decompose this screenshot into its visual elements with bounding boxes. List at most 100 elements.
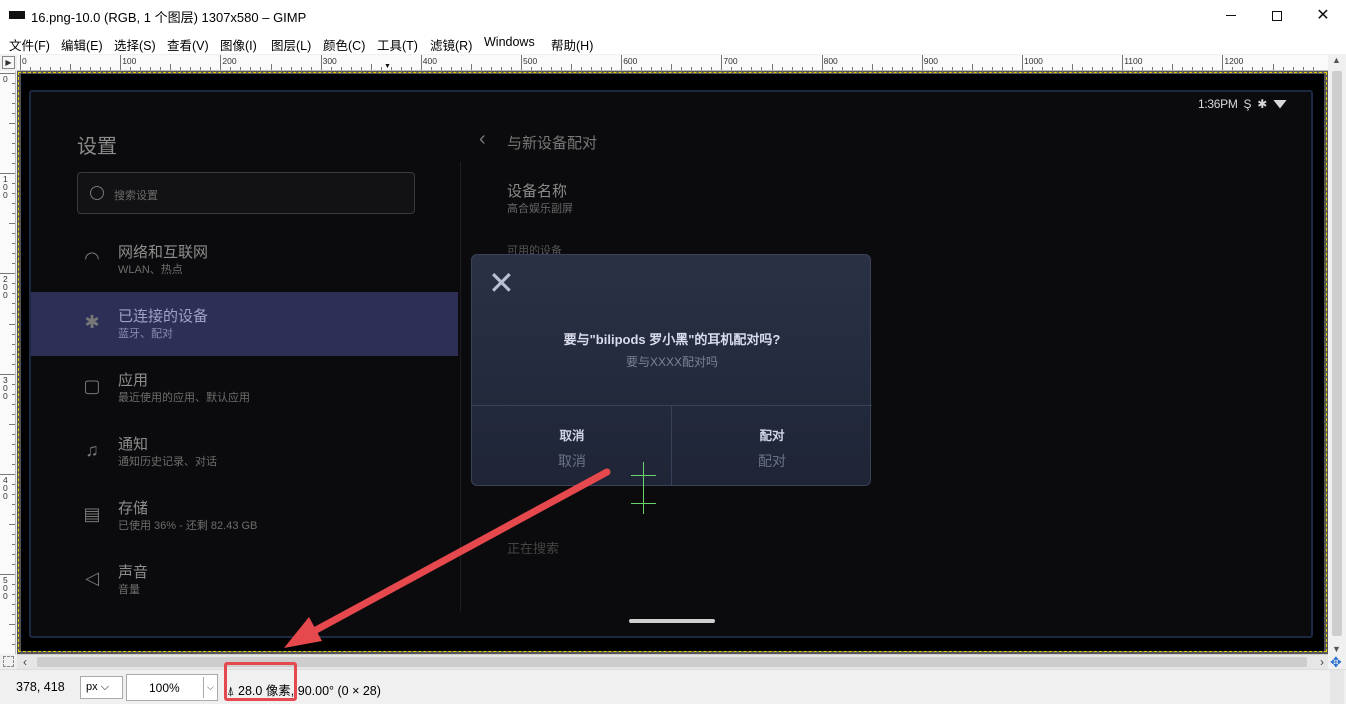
menu-file[interactable]: 文件(F) [9, 35, 50, 54]
ruler-minor-tick [591, 67, 593, 70]
ruler-minor-tick [1302, 67, 1304, 70]
ruler-minor-tick [510, 67, 512, 70]
menu-filters[interactable]: 滤镜(R) [430, 35, 472, 54]
ruler-minor-tick [631, 67, 633, 70]
menu-image[interactable]: 图像(I) [220, 35, 257, 54]
scroll-down-icon[interactable]: ▼ [1332, 644, 1341, 654]
unit-select[interactable]: px ⌵ [80, 676, 123, 699]
ruler-minor-tick [1182, 67, 1184, 70]
scroll-up-icon[interactable]: ▲ [1332, 55, 1341, 65]
ruler-minor-tick [911, 67, 913, 70]
ruler-minor-tick [1072, 64, 1074, 70]
ruler-minor-tick [751, 67, 753, 70]
menu-layer[interactable]: 图层(L) [271, 35, 311, 54]
menu-select[interactable]: 选择(S) [114, 35, 156, 54]
horizontal-scroll-thumb[interactable] [37, 657, 1307, 667]
ruler-minor-tick [711, 67, 713, 70]
home-indicator [629, 619, 715, 623]
search-placeholder: 搜索设置 [114, 190, 158, 202]
ruler-minor-tick [971, 64, 973, 70]
quick-mask-toggle[interactable] [3, 656, 14, 667]
ruler-minor-tick [9, 123, 15, 125]
ruler-minor-tick [260, 67, 262, 70]
ruler-minor-tick [761, 67, 763, 70]
ruler-minor-tick [12, 243, 15, 245]
status-scroll-area [1330, 670, 1344, 704]
image-canvas[interactable]: 1:36PM Ş ✱ 设置 搜索设置 ◠ 网络和互联网 WLAN、热点 ✱ 已连… [17, 71, 1328, 654]
ruler-minor-tick [1282, 67, 1284, 70]
unit-value: px [86, 681, 98, 693]
ruler-minor-tick [1242, 67, 1244, 70]
zoom-select[interactable]: 100% ⌵ [126, 674, 218, 701]
ruler-minor-tick [941, 67, 943, 70]
close-button[interactable]: ✕ [1300, 0, 1346, 31]
ruler-minor-tick [12, 163, 15, 165]
vertical-scroll-thumb[interactable] [1332, 71, 1342, 636]
ruler-minor-tick [12, 293, 15, 295]
scroll-left-icon[interactable]: ‹ [23, 655, 27, 669]
ruler-label: 800 [823, 56, 838, 66]
vertical-scrollbar[interactable]: ▲ ▼ [1328, 55, 1346, 654]
screenshot-image: 1:36PM Ş ✱ 设置 搜索设置 ◠ 网络和互联网 WLAN、热点 ✱ 已连… [21, 74, 1324, 651]
menu-colors[interactable]: 颜色(C) [323, 35, 365, 54]
ruler-minor-tick [12, 614, 15, 616]
ruler-minor-tick [1092, 67, 1094, 70]
ruler-minor-tick [12, 283, 15, 285]
ruler-minor-tick [1292, 67, 1294, 70]
dialog-divider [472, 405, 872, 406]
horizontal-ruler[interactable]: ▼ 0 100 200 300 400 500 600 700 800 900 1000 1100 12… [17, 55, 1328, 71]
menu-help[interactable]: 帮助(H) [551, 35, 593, 54]
status-time: 1:36PM [1197, 97, 1238, 111]
ruler-minor-tick [741, 67, 743, 70]
settings-title: 设置 [77, 136, 117, 158]
menu-edit[interactable]: 编辑(E) [61, 35, 103, 54]
chevron-down-icon[interactable]: ⌵ [203, 677, 217, 698]
menu-view[interactable]: 查看(V) [167, 35, 209, 54]
nav-subtitle: WLAN、热点 [118, 264, 183, 276]
ruler-minor-tick [12, 644, 15, 646]
ruler-tick [20, 55, 21, 70]
ruler-minor-tick [691, 67, 693, 70]
ruler-minor-tick [1152, 67, 1154, 70]
ruler-label: 200 [3, 274, 8, 301]
nav-title: 存储 [118, 500, 149, 517]
dialog-subtitle: 要与XXXX配对吗 [625, 355, 719, 369]
ruler-minor-tick [12, 183, 15, 185]
ruler-minor-tick [651, 67, 653, 70]
ruler-tick [120, 55, 122, 70]
ruler-minor-tick [12, 303, 15, 305]
measure-guide-start [631, 475, 656, 476]
ruler-minor-tick [40, 67, 42, 70]
dialog-cancel-button: 取消 [559, 429, 585, 443]
ruler-minor-tick [12, 333, 15, 335]
ruler-minor-tick [110, 67, 112, 70]
ruler-minor-tick [881, 67, 883, 70]
ruler-minor-tick [1202, 67, 1204, 70]
nav-title: 网络和互联网 [118, 244, 209, 261]
ruler-minor-tick [12, 503, 15, 505]
menu-windows[interactable]: Windows [484, 35, 535, 49]
ruler-minor-tick [9, 323, 15, 325]
ruler-minor-tick [140, 67, 142, 70]
horizontal-scrollbar[interactable]: ‹ › [17, 654, 1328, 669]
pair-header: 与新设备配对 [507, 135, 598, 152]
ruler-minor-tick [991, 67, 993, 70]
scroll-right-icon[interactable]: › [1320, 655, 1324, 669]
ruler-minor-tick [9, 423, 15, 425]
menu-tools[interactable]: 工具(T) [377, 35, 418, 54]
ruler-minor-tick [1252, 67, 1254, 70]
vertical-ruler[interactable]: 0 100 200 300 400 500 [0, 71, 16, 654]
ruler-minor-tick [531, 67, 533, 70]
maximize-button[interactable] [1254, 0, 1300, 31]
ruler-minor-tick [12, 233, 15, 235]
ruler-minor-tick [12, 594, 15, 596]
ruler-label: 400 [3, 474, 8, 501]
ruler-label: 100 [122, 56, 137, 66]
dialog-close-icon: ✕ [488, 265, 515, 301]
ruler-minor-tick [50, 67, 52, 70]
sound-icon: ◁ [85, 567, 99, 588]
ruler-minor-tick [12, 513, 15, 515]
minimize-button[interactable] [1208, 0, 1254, 31]
ruler-corner-button[interactable]: ▶ [2, 56, 15, 69]
ruler-minor-tick [1042, 67, 1044, 70]
